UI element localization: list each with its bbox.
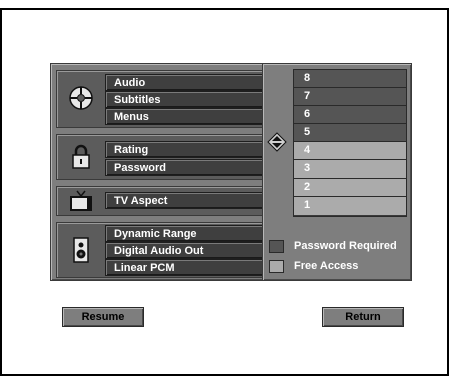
rating-level-label: 1 (304, 198, 311, 211)
password-required-label: Password Required (294, 240, 397, 252)
rating-level-8[interactable]: 8 (294, 70, 406, 89)
rating-level-label: 3 (304, 162, 311, 175)
menus-label: Menus (114, 111, 149, 123)
rating-level-4[interactable]: 4 (294, 142, 406, 161)
language-group: Audio Subtitles Menus (56, 70, 292, 128)
setup-menu-panel: Audio Subtitles Menus Rating Password TV… (50, 63, 296, 281)
rating-level-5[interactable]: 5 (294, 124, 406, 143)
resume-label: Resume (81, 311, 125, 323)
resume-button[interactable]: Resume (62, 307, 144, 327)
rating-level-1[interactable]: 1 (294, 196, 406, 215)
password-required-swatch (269, 239, 284, 253)
legend-password-required: Password Required (269, 239, 397, 253)
rating-level-label: 2 (304, 180, 311, 193)
subtitles-label: Subtitles (114, 94, 161, 106)
speaker-icon (66, 235, 96, 265)
disc-icon (66, 83, 96, 113)
up-down-arrow-icon[interactable] (267, 132, 287, 152)
digital-audio-out-label: Digital Audio Out (114, 245, 204, 257)
free-access-label: Free Access (294, 260, 359, 272)
rating-level-label: 7 (304, 90, 311, 103)
audio-label: Audio (114, 77, 146, 89)
rating-level-label: 8 (304, 72, 311, 84)
return-label: Return (345, 311, 381, 323)
display-group: TV Aspect (56, 186, 292, 216)
rating-label: Rating (114, 144, 149, 156)
return-button[interactable]: Return (322, 307, 404, 327)
rating-level-3[interactable]: 3 (294, 160, 406, 179)
padlock-icon (66, 142, 96, 172)
rating-level-label: 4 (304, 144, 311, 157)
dynamic-range-label: Dynamic Range (114, 228, 197, 240)
rating-level-label: 6 (304, 108, 311, 121)
rating-level-label: 5 (304, 126, 311, 139)
linear-pcm-label: Linear PCM (114, 262, 175, 274)
tv-aspect-label: TV Aspect (114, 195, 168, 207)
screen-frame: Audio Subtitles Menus Rating Password TV… (0, 8, 449, 376)
parental-group: Rating Password (56, 134, 292, 180)
rating-level-2[interactable]: 2 (294, 178, 406, 197)
rating-level-7[interactable]: 7 (294, 88, 406, 107)
rating-level-list: 8 7 6 5 4 3 2 1 (293, 69, 407, 217)
free-access-swatch (269, 259, 284, 273)
audio-output-group: Dynamic Range Digital Audio Out Linear P… (56, 222, 292, 278)
password-label: Password (114, 162, 166, 174)
tv-icon (66, 188, 96, 214)
rating-level-6[interactable]: 6 (294, 106, 406, 125)
legend-free-access: Free Access (269, 259, 358, 273)
rating-panel: 8 7 6 5 4 3 2 1 Password Required Free A… (262, 63, 412, 281)
